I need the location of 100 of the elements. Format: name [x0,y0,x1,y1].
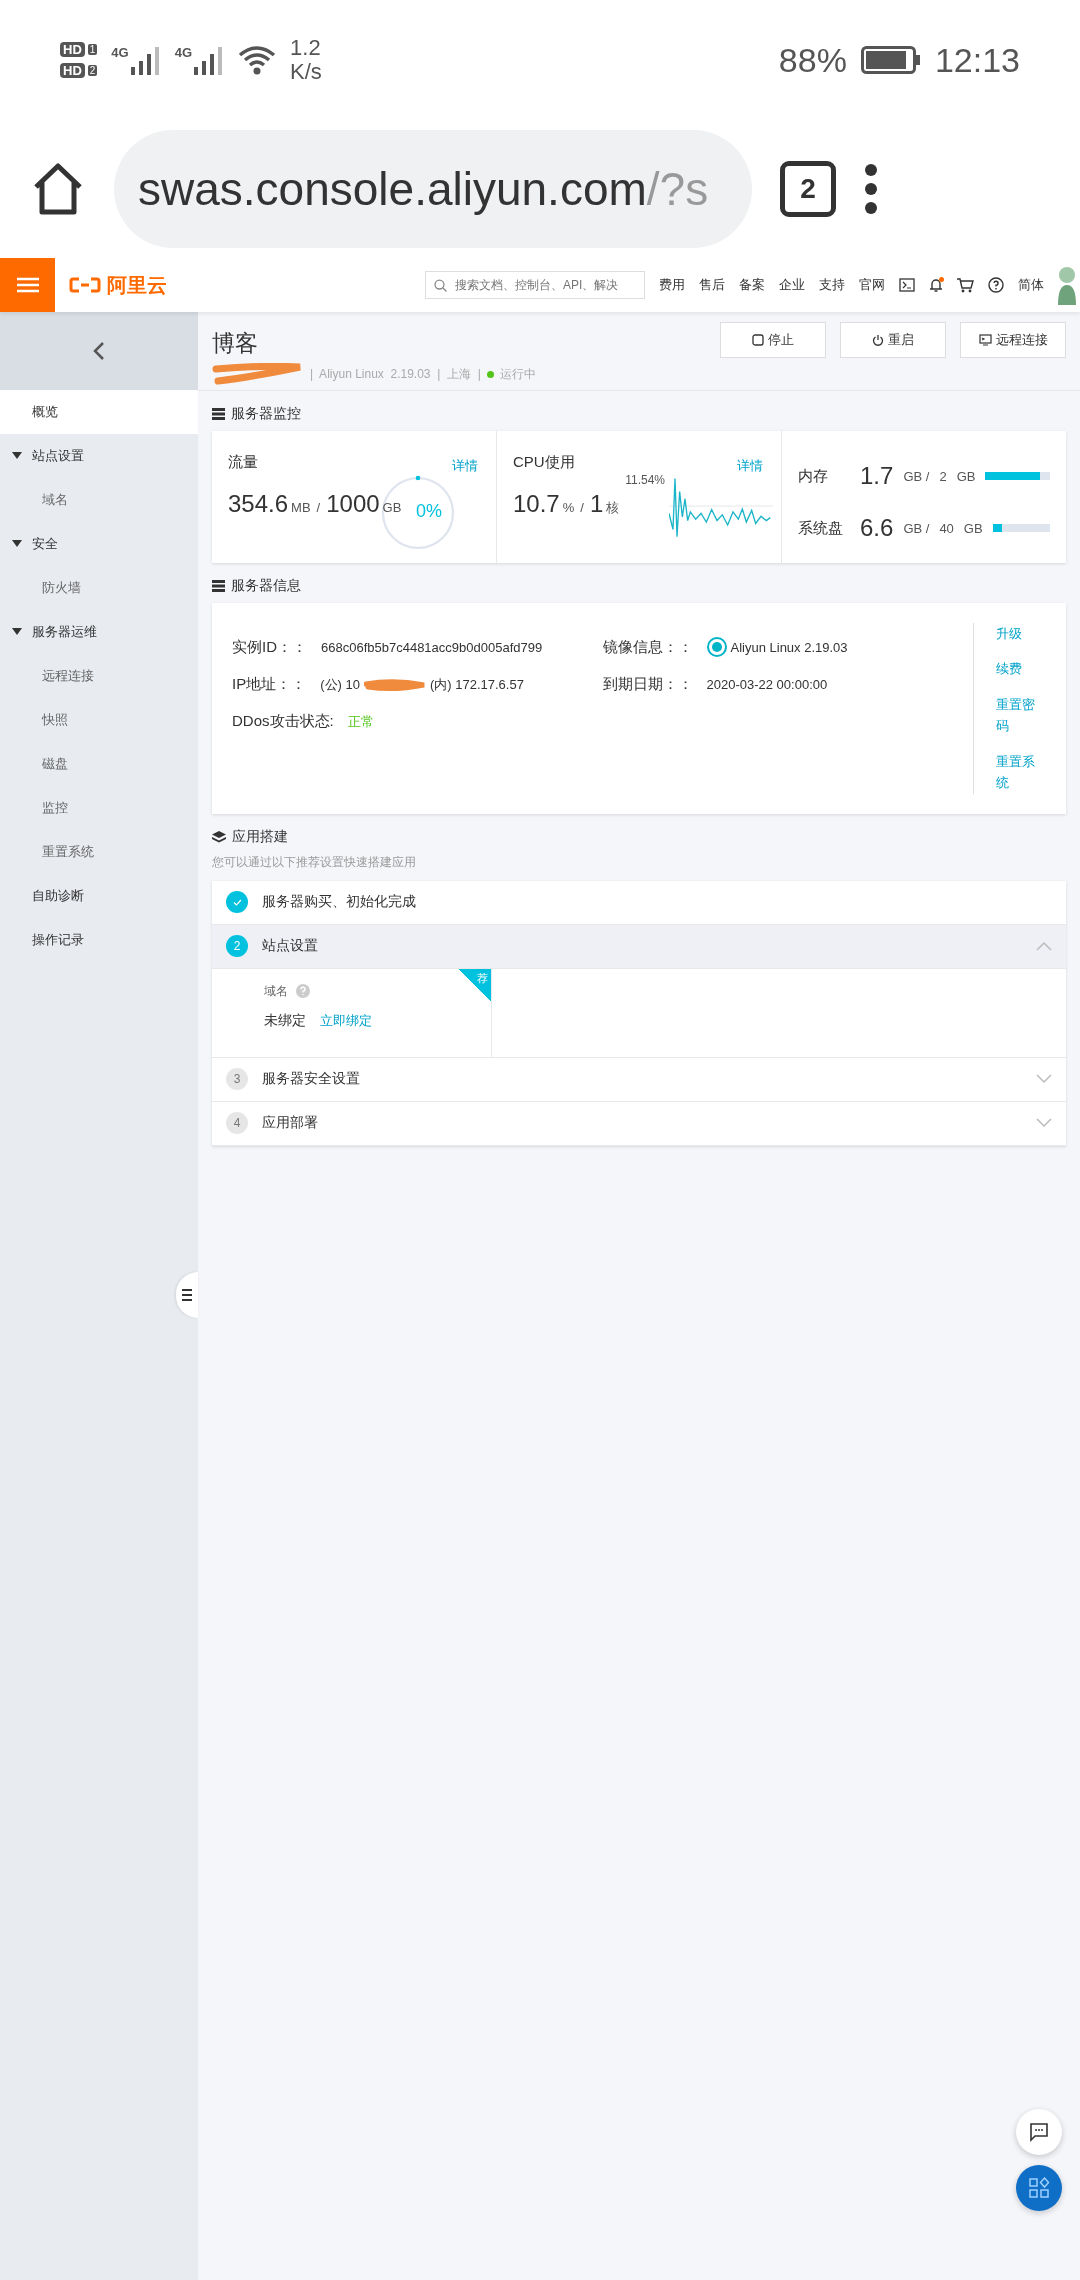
monitor-icon [978,334,992,346]
sidebar-subitem[interactable]: 域名 [0,478,198,522]
search-box[interactable]: 搜索文档、控制台、API、解决 [425,271,645,299]
metric-label: 流量 [228,453,258,472]
sidebar-item[interactable]: 站点设置 [0,434,198,478]
field-value: 2020-03-22 00:00:00 [706,677,828,692]
sidebar-subitem[interactable]: 磁盘 [0,742,198,786]
nav-link[interactable]: 支持 [819,276,845,294]
sidebar-item[interactable]: 概览 [0,390,198,434]
field-value: 未绑定 [264,1011,306,1030]
back-chevron-icon[interactable] [93,341,105,361]
step-number: 3 [226,1068,248,1091]
metric-unit: % [562,500,575,515]
metric-label: 系统盘 [798,518,844,538]
field-value: 668c06fb5b7c4481acc9b0d005afd799 [321,639,543,655]
field-value: (公) 10 [320,675,360,694]
nav-link[interactable]: 企业 [779,276,805,294]
search-field[interactable]: 搜索文档、控制台、API、解决 [452,277,636,293]
search-icon [434,278,447,292]
metric-unit: GB [963,520,983,536]
nav-link[interactable]: 售后 [699,276,725,294]
field-value: Aliyun Linux 2.19.03 [730,639,848,655]
apps-button[interactable] [1016,2165,1062,2211]
metric-total: 40 [939,520,954,536]
sim-slot: 2 [87,65,98,76]
nav-link[interactable]: 官网 [859,276,885,294]
bell-icon[interactable] [929,277,943,293]
metric-unit: MB [291,500,311,515]
chart-peak-label: 11.54% [625,473,665,487]
gauge-percent: 0% [416,501,442,522]
sidebar-item[interactable]: 服务器运维 [0,610,198,654]
field-label: IP地址：： [232,675,307,694]
power-icon [872,334,884,346]
section-title: 服务器监控 [231,405,301,423]
sidebar-subitem[interactable]: 防火墙 [0,566,198,610]
speed-unit: K/s [290,60,322,85]
section-title: 服务器信息 [231,577,301,595]
metric-value: 10.7 [513,490,560,518]
metric-unit: GB / [903,468,930,484]
metric-unit: GB / [903,520,930,536]
action-button[interactable]: 重启 [840,322,946,358]
metric-value: 1.7 [860,462,894,490]
action-button[interactable]: 停止 [720,322,826,358]
help-icon[interactable] [988,277,1004,293]
sidebar-subitem[interactable]: 快照 [0,698,198,742]
step-label: 服务器购买、初始化完成 [262,893,417,912]
sidebar-subitem[interactable]: 重置系统 [0,830,198,874]
terminal-icon[interactable] [899,278,915,292]
nav-link[interactable]: 费用 [659,276,685,294]
step-label: 站点设置 [262,937,319,956]
language-link[interactable]: 简体 [1018,276,1044,294]
signal-icon [194,45,225,75]
status-value: 正常 [347,712,374,731]
sidebar-subitem[interactable]: 远程连接 [0,654,198,698]
sidebar-item[interactable]: 操作记录 [0,918,198,962]
more-icon[interactable] [864,163,878,215]
step-row[interactable]: 4 应用部署 [212,1101,1066,1146]
metric-label: CPU使用 [513,453,575,472]
url-field[interactable]: swas.console.aliyun.com/?s [114,130,752,248]
caret-down-icon[interactable] [12,540,22,548]
caret-down-icon[interactable] [12,628,22,636]
metric-total: 2 [939,468,947,484]
apps-icon [1028,2177,1050,2199]
cart-icon[interactable] [957,277,974,293]
field-label: 到期日期：： [602,675,693,694]
tab-count-button[interactable]: 2 [780,161,836,217]
metric-value: 354.6 [228,490,289,518]
redaction-mark [363,677,426,692]
status-dot [486,370,494,378]
metric-unit: 核 [606,499,620,517]
menu-icon [16,277,39,293]
step-number: 2 [226,935,248,958]
metric-total: 1000 [326,490,380,518]
sidebar-item[interactable]: 自助诊断 [0,874,198,918]
instance-meta: | Aliyun Linux 2.19.03 | 上海 | [310,365,481,383]
instance-status: 运行中 [499,365,536,383]
step-row[interactable]: 2 站点设置 [212,924,1066,969]
action-button[interactable]: 远程连接 [960,322,1066,358]
metric-total: 1 [589,490,604,518]
chat-button[interactable] [1016,2109,1062,2155]
nav-link[interactable]: 备案 [739,276,765,294]
network-type: 4G [174,45,193,60]
separator: / [580,500,584,515]
step-label: 应用部署 [262,1114,319,1133]
sim-badge: HD [60,63,85,78]
caret-down-icon[interactable] [12,452,22,460]
metric-unit: GB [956,468,976,484]
os-logo-icon [706,637,727,657]
battery-icon [860,46,921,74]
step-row[interactable]: 3 服务器安全设置 [212,1057,1066,1102]
step-number: 4 [226,1112,248,1135]
sidebar-subitem[interactable]: 监控 [0,786,198,830]
step-row[interactable]: 服务器购买、初始化完成 [212,880,1066,925]
menu-button[interactable] [0,258,55,312]
usage-bar [992,524,1050,532]
sidebar-item[interactable]: 安全 [0,522,198,566]
field-label: 域名 [264,982,288,1000]
sim-slot: 1 [87,44,98,55]
field-label: DDos攻击状态: [232,712,334,731]
usage-bar [985,472,1050,480]
